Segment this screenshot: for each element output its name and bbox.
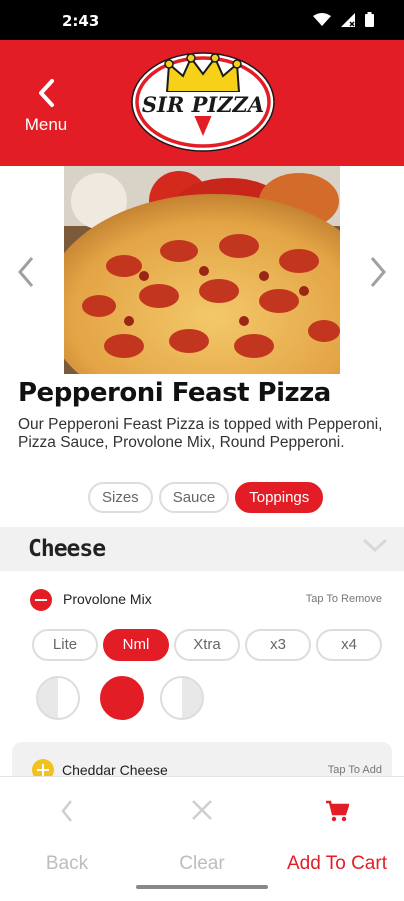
tab-sauce[interactable]: Sauce [158, 482, 230, 513]
amount-selector: Lite Nml Xtra x3 x4 [32, 629, 382, 661]
tab-sizes[interactable]: Sizes [88, 482, 153, 513]
status-bar: 2:43 [0, 0, 404, 40]
portion-whole-icon[interactable] [100, 676, 144, 720]
portion-right-half-icon[interactable] [160, 676, 204, 720]
topping-provolone-mix[interactable]: Provolone Mix Tap To Remove [30, 588, 384, 612]
tab-toppings[interactable]: Toppings [235, 482, 324, 513]
svg-text:SIR PIZZA: SIR PIZZA [142, 92, 264, 117]
minus-circle-icon[interactable] [30, 589, 52, 611]
chevron-left-icon [18, 257, 34, 287]
signal-icon [341, 12, 355, 27]
customize-tabs: Sizes Sauce Toppings [88, 482, 324, 513]
next-image-button[interactable] [366, 255, 390, 292]
topping-action-hint: Tap To Remove [305, 593, 382, 605]
product-image [64, 166, 340, 374]
amount-x4[interactable]: x4 [316, 629, 382, 661]
amount-normal[interactable]: Nml [103, 629, 169, 661]
clear-button[interactable]: Clear [135, 799, 269, 875]
menu-label: Menu [24, 115, 68, 134]
cheese-section-header[interactable]: Cheese [0, 527, 404, 571]
battery-icon [365, 12, 374, 27]
portion-left-half-icon[interactable] [36, 676, 80, 720]
topping-name: Provolone Mix [63, 591, 152, 607]
chevron-down-icon [362, 538, 388, 553]
wifi-icon [313, 12, 331, 26]
cart-icon [326, 800, 349, 822]
close-icon [192, 800, 212, 820]
add-to-cart-button[interactable]: Add To Cart [270, 799, 404, 875]
section-title: Cheese [28, 536, 106, 562]
chevron-right-icon [370, 257, 386, 287]
status-icons [313, 12, 374, 27]
amount-extra[interactable]: Xtra [174, 629, 240, 661]
prev-image-button[interactable] [14, 255, 38, 292]
menu-button[interactable]: Menu [18, 78, 74, 138]
sir-pizza-logo: SIR PIZZA [131, 52, 275, 152]
chevron-left-icon [61, 800, 72, 822]
chevron-left-icon [39, 79, 54, 107]
home-indicator[interactable] [136, 885, 268, 889]
amount-x3[interactable]: x3 [245, 629, 311, 661]
add-to-cart-label: Add To Cart [287, 853, 387, 874]
amount-lite[interactable]: Lite [32, 629, 98, 661]
clear-label: Clear [179, 853, 225, 874]
topping-action-hint: Tap To Add [327, 764, 382, 776]
product-title: Pepperoni Feast Pizza [18, 378, 331, 408]
bottom-action-bar: Back Clear Add To Cart [0, 776, 404, 901]
product-description: Our Pepperoni Feast Pizza is topped with… [18, 416, 383, 451]
back-button[interactable]: Back [0, 799, 134, 875]
app-header: Menu SIR PIZZA [0, 40, 404, 166]
back-label: Back [45, 853, 89, 874]
status-time: 2:43 [62, 12, 100, 30]
